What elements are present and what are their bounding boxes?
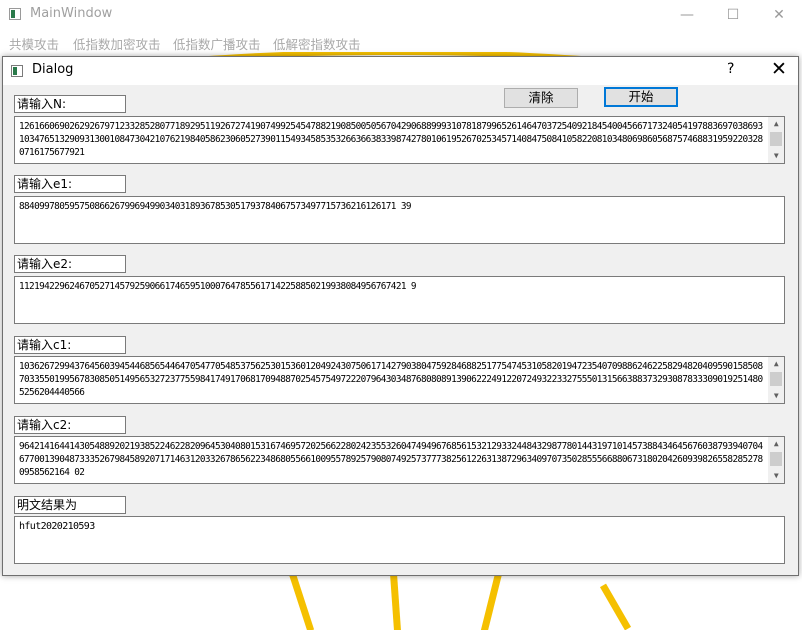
dialog-window: Dialog ? ✕ 清除 开始 请输入N: 12616606902629267… [2, 56, 799, 576]
scroll-down-icon[interactable]: ▼ [768, 389, 784, 403]
label-c1: 请输入c1: [14, 336, 126, 354]
label-e1: 请输入e1: [14, 175, 126, 193]
help-button[interactable]: ? [727, 61, 734, 77]
menu-low-exponent-broadcast-attack[interactable]: 低指数广播攻击 [173, 34, 261, 53]
label-plaintext-result: 明文结果为 [14, 496, 126, 514]
input-e1[interactable]: 8840997805957508662679969499034031893678… [14, 196, 785, 244]
close-button[interactable]: ✕ [756, 0, 802, 30]
scrollbar[interactable]: ▲ ▼ [768, 357, 784, 403]
menu-common-modulus-attack[interactable]: 共模攻击 [9, 34, 59, 53]
dialog-icon [11, 65, 23, 77]
input-n[interactable]: 1261660690262926797123328528077189295119… [14, 116, 785, 164]
input-c1-text: 1036267299437645603945446856544647054770… [19, 361, 763, 398]
menu-low-decryption-exponent-attack[interactable]: 低解密指数攻击 [273, 34, 361, 53]
menu-low-exponent-encryption-attack[interactable]: 低指数加密攻击 [73, 34, 161, 53]
app-icon [9, 8, 21, 20]
maximize-button[interactable]: ☐ [710, 0, 756, 30]
dialog-titlebar: Dialog ? ✕ [3, 57, 798, 85]
background-decoration [389, 571, 402, 630]
input-e2-text: 1121942296246705271457925906617465951000… [19, 281, 417, 292]
clear-button[interactable]: 清除 [504, 88, 578, 108]
scroll-up-icon[interactable]: ▲ [768, 357, 784, 371]
scroll-down-icon[interactable]: ▼ [768, 149, 784, 163]
dialog-title: Dialog [32, 62, 74, 77]
label-c2: 请输入c2: [14, 416, 126, 434]
dialog-close-button[interactable]: ✕ [767, 58, 791, 80]
menubar: 共模攻击 低指数加密攻击 低指数广播攻击 低解密指数攻击 [0, 30, 802, 52]
scrollbar[interactable]: ▲ ▼ [768, 437, 784, 483]
main-titlebar: MainWindow — ☐ ✕ [0, 0, 802, 30]
scroll-thumb[interactable] [770, 132, 782, 146]
scroll-thumb[interactable] [770, 452, 782, 466]
scroll-thumb[interactable] [770, 372, 782, 386]
minimize-button[interactable]: — [664, 0, 710, 30]
main-window-title: MainWindow [30, 6, 113, 21]
label-e2: 请输入e2: [14, 255, 126, 273]
background-decoration [480, 572, 503, 630]
scrollbar[interactable]: ▲ ▼ [768, 117, 784, 163]
input-c2-text: 9642141644143054889202193852246228209645… [19, 441, 763, 478]
label-n: 请输入N: [14, 95, 126, 113]
output-plaintext-text: hfut2020210593 [19, 521, 95, 532]
scroll-up-icon[interactable]: ▲ [768, 117, 784, 131]
input-e2[interactable]: 1121942296246705271457925906617465951000… [14, 276, 785, 324]
scroll-up-icon[interactable]: ▲ [768, 437, 784, 451]
scroll-down-icon[interactable]: ▼ [768, 469, 784, 483]
input-c1[interactable]: 1036267299437645603945446856544647054770… [14, 356, 785, 404]
input-c2[interactable]: 9642141644143054889202193852246228209645… [14, 436, 785, 484]
input-n-text: 1261660690262926797123328528077189295119… [19, 121, 763, 158]
background-decoration [599, 583, 632, 630]
background-decoration [288, 572, 315, 630]
output-plaintext[interactable]: hfut2020210593 [14, 516, 785, 564]
input-e1-text: 8840997805957508662679969499034031893678… [19, 201, 412, 212]
start-button[interactable]: 开始 [604, 87, 678, 107]
